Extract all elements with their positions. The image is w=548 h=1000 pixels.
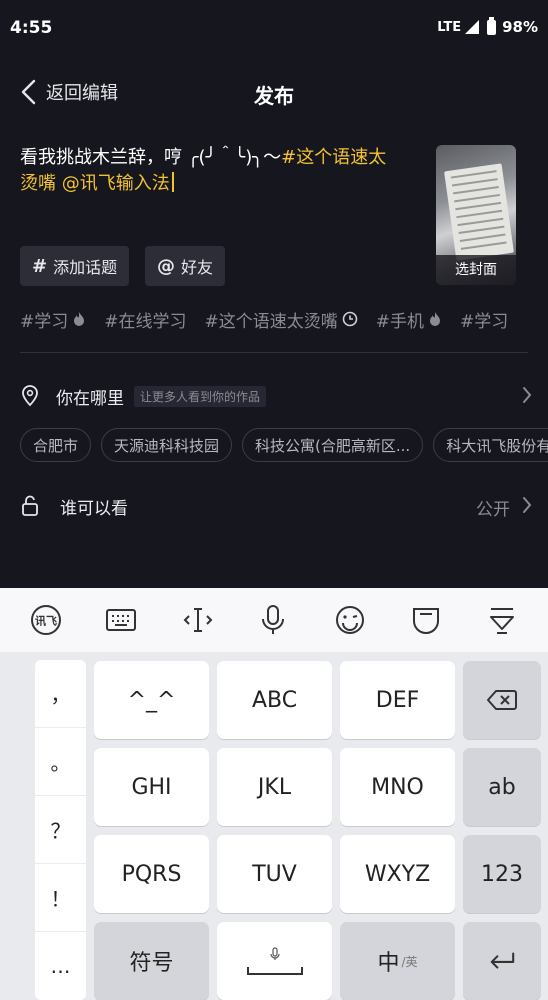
key-ghi[interactable]: GHI (94, 748, 209, 826)
battery-icon (487, 16, 497, 35)
letters-mode-key[interactable]: ab (463, 748, 541, 826)
header: 返回编辑 发布 (0, 66, 548, 120)
punct-period-key[interactable]: 。 (35, 728, 86, 796)
location-suggestions: 合肥市 天源迪科科技园 科技公寓(合肥高新区... 科大讯飞股份有 (20, 428, 548, 462)
key-pqrs[interactable]: PQRS (94, 835, 209, 913)
text-cursor-icon (183, 608, 213, 632)
mention-friend-button[interactable]: @ 好友 (145, 246, 226, 286)
battery-level: 98% (502, 18, 538, 36)
enter-icon (490, 952, 515, 969)
hashtag-item[interactable]: #这个语速太烫嘴 (205, 304, 358, 334)
location-chip[interactable]: 合肥市 (20, 428, 92, 462)
key-tuv[interactable]: TUV (217, 835, 332, 913)
smiley-icon (336, 606, 364, 634)
microphone-icon (262, 605, 284, 634)
enter-key[interactable] (463, 922, 541, 1000)
clock-icon (342, 311, 358, 327)
chevron-left-icon (21, 79, 36, 105)
emoji-button[interactable] (332, 602, 368, 638)
language-switch-key[interactable]: 中/英 (340, 922, 455, 1000)
add-topic-button[interactable]: # 添加话题 (20, 246, 130, 286)
hashtag-item[interactable]: #学习 (460, 304, 508, 334)
keyboard-icon (106, 609, 136, 631)
divider (20, 352, 528, 353)
punctuation-column: ， 。 ？ ！ … (35, 660, 86, 1000)
lang-main-label: 中 (377, 951, 400, 976)
location-row[interactable]: 你在哪里 让更多人看到你的作品 (20, 380, 532, 412)
keyboard-toolbar: 讯飞 (0, 588, 548, 652)
lang-alt-label: /英 (401, 954, 418, 969)
ifly-logo-button[interactable]: 讯飞 (28, 602, 64, 638)
keyboard-layout-button[interactable] (103, 602, 139, 638)
collapse-down-icon (490, 608, 514, 634)
cover-image (444, 163, 514, 261)
punct-exclaim-key[interactable]: ！ (35, 864, 86, 932)
location-pin-icon (22, 385, 38, 407)
caption-input[interactable]: 看我挑战木兰辞，哼 ╭(╯＾╰)╮～#这个语速太烫嘴 @讯飞输入法 (20, 145, 400, 197)
key-def[interactable]: DEF (340, 661, 455, 739)
hashtag-item[interactable]: #在线学习 (104, 304, 186, 334)
visibility-value: 公开 (476, 500, 510, 520)
select-cover-label: 选封面 (436, 255, 516, 285)
hashtag-icon: # (32, 255, 48, 277)
cursor-move-button[interactable] (180, 602, 216, 638)
location-chip[interactable]: 天源迪科科技园 (101, 428, 233, 462)
location-hint: 让更多人看到你的作品 (134, 385, 267, 407)
back-button[interactable]: 返回编辑 (18, 78, 118, 106)
space-key[interactable] (217, 922, 332, 1000)
location-chip[interactable]: 科技公寓(合肥高新区... (242, 428, 424, 462)
text-cursor (171, 172, 174, 192)
status-bar: 4:55 LTE 98% (0, 0, 548, 60)
caption-text: 看我挑战木兰辞，哼 ╭(╯＾╰)╮～ (20, 147, 282, 168)
punct-comma-key[interactable]: ， (35, 660, 86, 728)
chevron-right-icon (523, 497, 532, 513)
mention-friend-label: 好友 (181, 258, 214, 277)
signal-icon (465, 20, 480, 34)
fire-icon (430, 312, 440, 326)
add-topic-label: 添加话题 (53, 258, 118, 277)
punct-ellipsis-key[interactable]: … (35, 932, 86, 1000)
emoticon-key[interactable]: ^_^ (94, 661, 209, 739)
ifly-logo-icon: 讯飞 (31, 605, 61, 635)
punct-question-key[interactable]: ？ (35, 796, 86, 864)
at-icon: @ (157, 255, 175, 277)
key-wxyz[interactable]: WXYZ (340, 835, 455, 913)
fire-icon (74, 312, 85, 326)
symbols-key[interactable]: 符号 (94, 922, 209, 1000)
key-mno[interactable]: MNO (340, 748, 455, 826)
key-abc[interactable]: ABC (217, 661, 332, 739)
back-label: 返回编辑 (46, 83, 118, 104)
numbers-mode-key[interactable]: 123 (463, 835, 541, 913)
hashtag-item[interactable]: #学习 (20, 304, 86, 334)
cover-thumbnail[interactable]: 选封面 (436, 145, 516, 285)
backspace-key[interactable] (463, 661, 541, 739)
location-chip[interactable]: 科大讯飞股份有 (433, 428, 548, 462)
key-jkl[interactable]: JKL (217, 748, 332, 826)
network-type: LTE (437, 19, 462, 35)
hashtag-item[interactable]: #手机 (376, 304, 442, 334)
visibility-row[interactable]: 谁可以看 公开 (20, 490, 532, 522)
microphone-icon (269, 947, 280, 960)
voice-input-button[interactable] (255, 602, 291, 638)
ifly-logo-text: 讯飞 (35, 615, 57, 628)
hashtag-suggestions: #学习 #在线学习 #这个语速太烫嘴 #手机 #学习 (20, 304, 548, 334)
visibility-label: 谁可以看 (60, 498, 128, 519)
chevron-right-icon (523, 387, 532, 403)
backspace-icon (487, 690, 517, 710)
status-time: 4:55 (10, 18, 53, 38)
unlock-icon (22, 495, 38, 516)
status-indicators: LTE 98% (437, 16, 538, 36)
clipboard-icon (413, 608, 439, 634)
hide-keyboard-button[interactable] (484, 602, 520, 638)
space-bar-icon (246, 967, 303, 975)
location-label: 你在哪里 (56, 388, 124, 409)
clipboard-button[interactable] (408, 602, 444, 638)
